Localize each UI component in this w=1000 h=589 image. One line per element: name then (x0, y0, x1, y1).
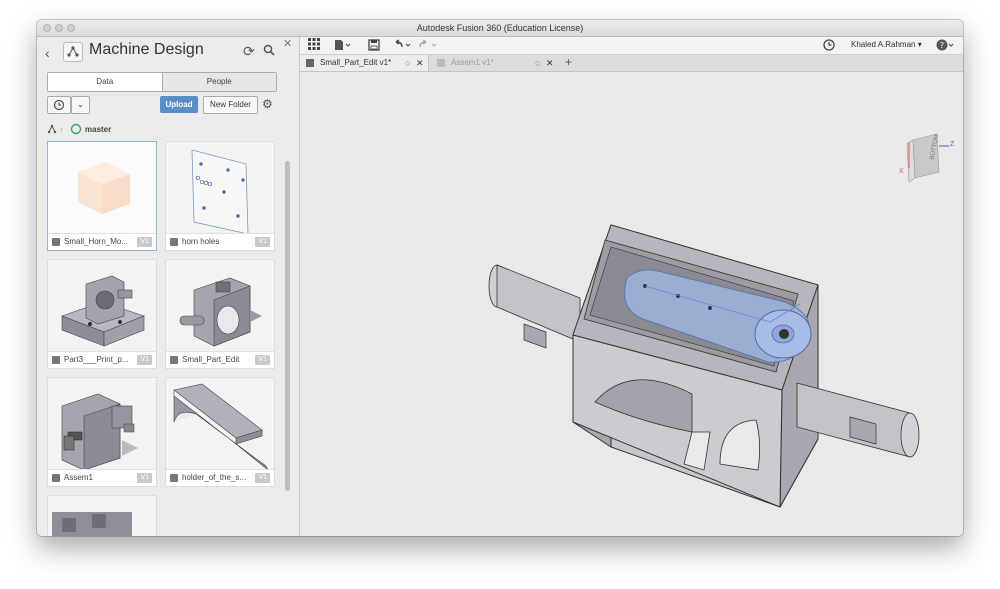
part-file-icon (52, 356, 60, 364)
saved-status-icon: ○ (405, 58, 411, 68)
file-name: Part3___Print_p... (64, 355, 129, 364)
search-icon[interactable] (263, 43, 275, 61)
file-name: Small_Part_Edit (182, 355, 240, 364)
document-tab[interactable]: Assem1 v1* ○ ✕ (433, 55, 559, 71)
file-name: Small_Horn_Mo... (64, 237, 129, 246)
title-bar: Autodesk Fusion 360 (Education License) (37, 20, 963, 37)
breadcrumb-label[interactable]: master (85, 125, 111, 134)
clock-filter-icon (53, 99, 65, 111)
recent-filter-button[interactable] (47, 96, 71, 114)
file-card[interactable]: horn holes V1 (165, 141, 275, 251)
panel-toolbar: ⌄ Upload New Folder ⚙ (47, 96, 291, 114)
close-tab-icon[interactable]: ✕ (546, 55, 554, 71)
close-panel-icon[interactable]: ✕ (283, 37, 292, 50)
document-tabs: Small_Part_Edit v1* ○ ✕ Assem1 v1* ○ ✕ + (300, 55, 963, 72)
hub-small-icon[interactable] (47, 124, 57, 134)
file-name: holder_of_the_s... (182, 473, 247, 482)
document-tab-label: Assem1 v1* (451, 58, 494, 67)
new-tab-plus-icon[interactable]: + (565, 55, 572, 70)
upload-button[interactable]: Upload (160, 96, 198, 113)
document-tab-label: Small_Part_Edit v1* (320, 58, 392, 67)
card-caption: horn holes V1 (166, 233, 274, 250)
assembly-file-icon (52, 474, 60, 482)
file-card[interactable]: Part3___Print_p... V1 (47, 259, 157, 369)
file-card[interactable]: holder_of_the_s... V1 (165, 377, 275, 487)
window-title: Autodesk Fusion 360 (Education License) (416, 23, 584, 33)
chevron-down-icon: ⌄ (77, 100, 84, 109)
part-file-icon (170, 238, 178, 246)
version-badge: V1 (255, 237, 270, 247)
file-grid: Small_Horn_Mo... V1 horn holes V1 Part3_… (47, 141, 279, 536)
new-folder-button[interactable]: New Folder (203, 96, 258, 114)
file-card[interactable] (47, 495, 157, 536)
thumbnail (48, 260, 156, 353)
zoom-window-button[interactable] (67, 24, 75, 32)
close-window-button[interactable] (43, 24, 51, 32)
undo-icon[interactable] (392, 39, 414, 54)
version-badge: V1 (137, 237, 152, 247)
breadcrumb-separator-icon: › (60, 124, 63, 134)
thumbnail (166, 260, 274, 353)
document-tab-active[interactable]: Small_Part_Edit v1* ○ ✕ (300, 55, 429, 71)
grid-menu-icon[interactable] (308, 38, 320, 53)
back-arrow-icon[interactable]: ‹ (45, 45, 50, 61)
file-name: Assem1 (64, 473, 93, 482)
data-panel: ‹ Machine Design ⟳ ✕ Data People ⌄ Uploa… (37, 37, 300, 536)
version-badge: V1 (137, 473, 152, 483)
panel-tabs: Data People (47, 72, 277, 92)
redo-icon[interactable] (418, 39, 440, 54)
scrollbar-thumb[interactable] (285, 161, 290, 491)
project-title: Machine Design (89, 41, 204, 58)
file-card[interactable]: Small_Part_Edit V1 (165, 259, 275, 369)
version-badge: V1 (255, 355, 270, 365)
app-window: Autodesk Fusion 360 (Education License) … (37, 20, 963, 536)
file-name: horn holes (182, 237, 220, 246)
card-caption: Small_Part_Edit V1 (166, 351, 274, 368)
close-tab-icon[interactable]: ✕ (416, 55, 424, 71)
card-caption: Small_Horn_Mo... V1 (48, 233, 156, 250)
refresh-icon[interactable]: ⟳ (243, 43, 255, 60)
part-file-icon (170, 474, 178, 482)
assembly-icon (437, 59, 445, 67)
thumbnail (48, 496, 156, 536)
thumbnail (166, 142, 274, 235)
app-toolbar: Khaled A.Rahman ▾ ? (300, 37, 963, 55)
axis-x-label: X (899, 168, 904, 175)
part-icon (306, 59, 314, 67)
gear-icon[interactable]: ⚙ (262, 97, 273, 111)
job-status-clock-icon[interactable] (823, 39, 835, 54)
tab-data[interactable]: Data (48, 73, 162, 91)
card-caption: Part3___Print_p... V1 (48, 351, 156, 368)
tab-people[interactable]: People (161, 73, 276, 91)
thumbnail (48, 378, 156, 471)
hub-icon[interactable] (63, 42, 83, 62)
canvas-viewport[interactable]: BOTTOM X Z (300, 72, 963, 536)
card-caption: Assem1 V1 (48, 469, 156, 486)
save-icon[interactable] (368, 39, 380, 54)
version-badge: V1 (255, 473, 270, 483)
saved-status-icon: ○ (535, 58, 541, 68)
folder-circle-icon (70, 123, 82, 135)
help-icon[interactable]: ? (936, 39, 956, 54)
file-card[interactable]: Small_Horn_Mo... V1 (47, 141, 157, 251)
minimize-window-button[interactable] (55, 24, 63, 32)
file-menu-icon[interactable] (334, 39, 352, 54)
part-file-icon (52, 238, 60, 246)
axis-z-label: Z (950, 141, 955, 148)
part-file-icon (170, 356, 178, 364)
thumbnail (48, 142, 156, 235)
card-caption: holder_of_the_s... V1 (166, 469, 274, 486)
user-menu[interactable]: Khaled A.Rahman ▾ (851, 40, 922, 49)
svg-text:?: ? (940, 41, 944, 50)
view-cube[interactable]: BOTTOM X Z (895, 132, 957, 187)
thumbnail (166, 378, 274, 471)
filter-dropdown-button[interactable]: ⌄ (71, 96, 90, 114)
panel-scrollbar[interactable] (285, 161, 290, 531)
3d-model[interactable] (300, 72, 963, 536)
version-badge: V1 (137, 355, 152, 365)
file-card[interactable]: Assem1 V1 (47, 377, 157, 487)
panel-header: ‹ Machine Design ⟳ ✕ (37, 37, 299, 69)
